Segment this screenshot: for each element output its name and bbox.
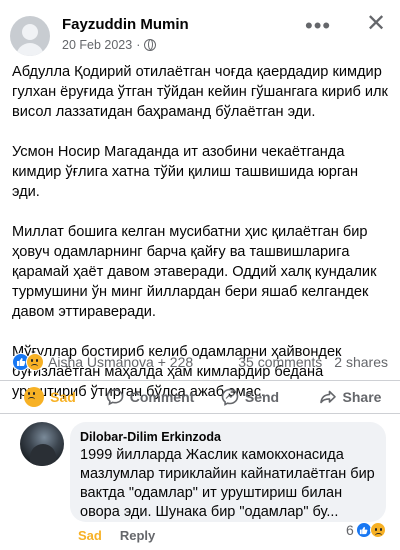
sad-button-label: Sad [50,388,76,405]
post-paragraph: Абдулла Қодирий отилаётган чоғда қаердад… [12,64,388,120]
commenter-avatar[interactable] [20,422,64,466]
close-icon[interactable]: ✕ [366,12,386,36]
meta-separator: · [136,38,141,52]
sad-reaction-icon [369,522,386,538]
post-header: Fayzuddin Mumin 20 Feb 2023 · ••• ✕ [10,10,390,60]
post-action-bar: Sad Comment Send Share [0,380,400,412]
comment-button-label: Comment [129,388,195,405]
post-paragraph: Усмон Носир Магаданда ит азобини чекаётг… [12,144,359,200]
sad-face-icon [24,386,45,407]
comment-text: 1999 йилларда Жаслик камокхонасида мазлу… [80,447,375,520]
sad-reaction-button[interactable]: Sad [0,381,100,413]
share-button-label: Share [342,388,382,405]
avatar-body-shape [16,43,44,56]
comment-actions: Sad Reply [78,528,155,543]
post-paragraph: Миллат бошига келган мусибатни ҳис қилаё… [12,224,377,320]
globe-icon [144,39,157,51]
send-button-label: Send [244,388,280,405]
comments-count[interactable]: 35 comments [238,354,322,370]
comment-reaction-count: 6 [346,522,354,538]
reactions-summary: Aisha Usmanova + 228 35 comments 2 share… [12,352,388,372]
post-meta: 20 Feb 2023 · [62,38,157,52]
engagement-counts: 35 comments 2 shares [238,354,388,370]
more-options-icon[interactable]: ••• [305,15,331,37]
sad-reaction-icon [26,353,44,371]
comment-reactions[interactable]: 6 [346,522,386,538]
send-button[interactable]: Send [200,381,300,413]
reactors-summary[interactable]: Aisha Usmanova + 228 [48,354,193,370]
send-icon [221,388,239,406]
comment-icon [106,388,124,405]
author-name[interactable]: Fayzuddin Mumin [62,16,189,33]
section-divider [0,413,400,414]
share-icon [319,390,336,403]
share-button[interactable]: Share [300,381,400,413]
shares-count[interactable]: 2 shares [334,354,388,370]
comment-sad-button[interactable]: Sad [78,528,102,543]
reaction-icons[interactable] [12,353,44,371]
comment-button[interactable]: Comment [100,381,200,413]
commenter-name[interactable]: Dilobar-Dilim Erkinzoda [80,430,376,444]
comment-bubble: Dilobar-Dilim Erkinzoda 1999 йилларда Жа… [70,422,386,522]
comment-reply-button[interactable]: Reply [120,528,155,543]
post-date[interactable]: 20 Feb 2023 [62,38,132,52]
avatar-head-shape [22,24,38,40]
author-avatar[interactable] [10,16,50,56]
